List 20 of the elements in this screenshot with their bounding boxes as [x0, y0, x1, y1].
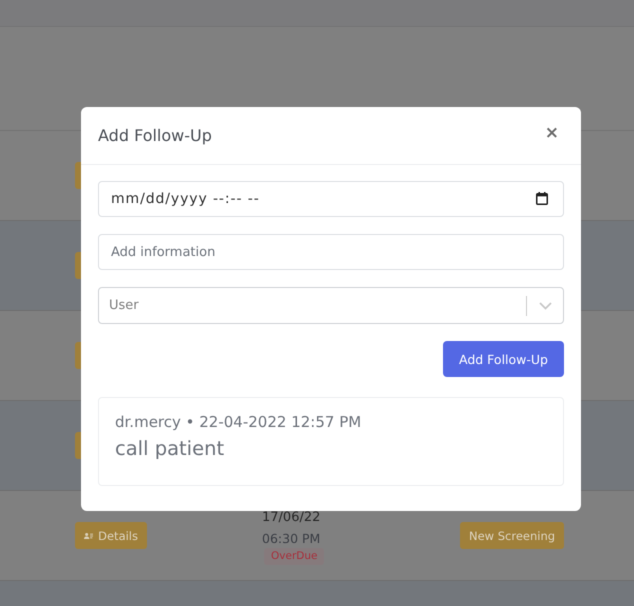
- chevron-down-icon: [539, 302, 552, 310]
- button-edge: [75, 432, 81, 459]
- note-meta: dr.mercy • 22-04-2022 12:57 PM: [115, 412, 362, 432]
- user-select[interactable]: User: [98, 287, 564, 324]
- information-field[interactable]: Add information: [98, 234, 564, 270]
- person-icon: [84, 532, 94, 540]
- datetime-field[interactable]: mm/dd/yyyy --:-- --: [98, 181, 564, 217]
- calendar-icon: [536, 192, 548, 205]
- modal-title: Add Follow-Up: [98, 126, 212, 145]
- add-follow-up-button[interactable]: Add Follow-Up: [443, 341, 564, 377]
- status-badge: OverDue: [264, 548, 324, 565]
- button-edge: [75, 252, 81, 279]
- new-screening-button[interactable]: New Screening: [460, 522, 564, 549]
- note-text: call patient: [115, 436, 226, 462]
- date-text: 17/06/22: [262, 511, 320, 525]
- button-edge: [75, 342, 81, 369]
- close-button[interactable]: ×: [542, 122, 561, 142]
- button-edge: [75, 162, 81, 189]
- details-button[interactable]: Details: [75, 522, 147, 549]
- time-text: 06:30 PM: [262, 531, 320, 547]
